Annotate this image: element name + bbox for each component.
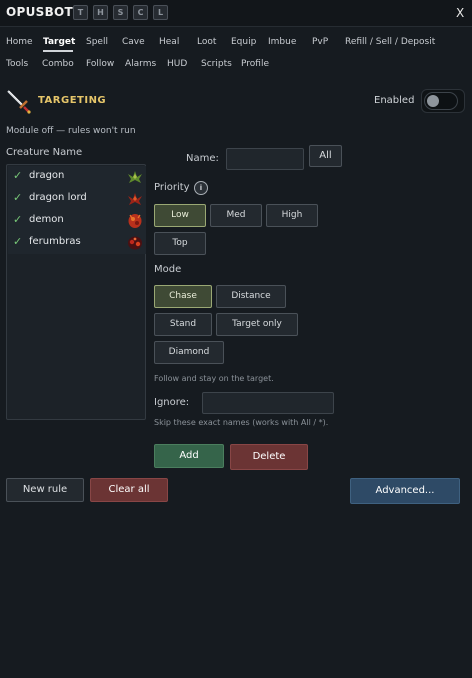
tab-loot[interactable]: Loot xyxy=(197,37,216,47)
mode-label: Mode xyxy=(154,264,182,275)
clear-all-button[interactable]: Clear all xyxy=(90,478,168,502)
tab-combo[interactable]: Combo xyxy=(42,59,74,69)
creature-name: demon xyxy=(29,214,64,225)
mode-chase-button[interactable]: Chase xyxy=(154,285,212,308)
toggle-knob xyxy=(427,95,439,107)
all-button[interactable]: All xyxy=(309,145,342,167)
creature-name-header: Creature Name xyxy=(6,147,83,158)
check-icon: ✓ xyxy=(13,235,23,248)
delete-button[interactable]: Delete xyxy=(230,444,308,470)
section-title-targeting: TARGETING xyxy=(38,95,107,106)
add-button[interactable]: Add xyxy=(154,444,224,468)
enabled-label: Enabled xyxy=(374,95,415,106)
active-tab-indicator xyxy=(43,50,73,52)
tab-target[interactable]: Target xyxy=(43,37,75,47)
mini-button-t[interactable]: T xyxy=(73,5,88,20)
priority-label: Priority xyxy=(154,182,190,193)
creature-name: dragon lord xyxy=(29,192,87,203)
mode-stand-button[interactable]: Stand xyxy=(154,313,212,336)
check-icon: ✓ xyxy=(13,169,23,182)
name-label: Name: xyxy=(186,153,219,164)
name-input[interactable] xyxy=(226,148,304,170)
list-item-demon[interactable]: ✓ demon xyxy=(8,210,146,232)
creature-list[interactable]: ✓ dragon ✓ dragon lord ✓ demon ✓ ferumbr… xyxy=(6,164,146,420)
app-title: OPUSBOT xyxy=(6,5,74,19)
tab-follow[interactable]: Follow xyxy=(86,59,114,69)
info-icon[interactable]: i xyxy=(194,181,208,195)
mode-hint-text: Follow and stay on the target. xyxy=(154,374,274,383)
mini-button-s[interactable]: S xyxy=(113,5,128,20)
ignore-input[interactable] xyxy=(202,392,334,414)
tab-refill-sell-deposit[interactable]: Refill / Sell / Deposit xyxy=(345,37,435,47)
mini-button-c[interactable]: C xyxy=(133,5,148,20)
tab-imbue[interactable]: Imbue xyxy=(268,37,296,47)
creature-name: ferumbras xyxy=(29,236,81,247)
priority-top-button[interactable]: Top xyxy=(154,232,206,255)
list-item-dragon[interactable]: ✓ dragon xyxy=(8,166,146,188)
tab-equip[interactable]: Equip xyxy=(231,37,256,47)
tab-hud[interactable]: HUD xyxy=(167,59,187,69)
mode-distance-button[interactable]: Distance xyxy=(216,285,286,308)
tab-pvp[interactable]: PvP xyxy=(312,37,328,47)
mode-diamond-button[interactable]: Diamond xyxy=(154,341,224,364)
priority-med-button[interactable]: Med xyxy=(210,204,262,227)
ignore-label: Ignore: xyxy=(154,397,190,408)
creature-name: dragon xyxy=(29,170,65,181)
ferumbras-icon xyxy=(128,236,142,250)
tab-heal[interactable]: Heal xyxy=(159,37,179,47)
check-icon: ✓ xyxy=(13,213,23,226)
tab-home[interactable]: Home xyxy=(6,37,33,47)
priority-low-button[interactable]: Low xyxy=(154,204,206,227)
ignore-hint-text: Skip these exact names (works with All /… xyxy=(154,418,329,427)
list-item-ferumbras[interactable]: ✓ ferumbras xyxy=(8,232,146,254)
sword-icon xyxy=(7,90,31,114)
mini-button-h[interactable]: H xyxy=(93,5,108,20)
advanced-button[interactable]: Advanced... xyxy=(350,478,460,504)
tab-profile[interactable]: Profile xyxy=(241,59,269,69)
list-item-dragon-lord[interactable]: ✓ dragon lord xyxy=(8,188,146,210)
tab-spell[interactable]: Spell xyxy=(86,37,108,47)
tab-scripts[interactable]: Scripts xyxy=(201,59,232,69)
mode-target-only-button[interactable]: Target only xyxy=(216,313,298,336)
new-rule-button[interactable]: New rule xyxy=(6,478,84,502)
dragon-lord-icon xyxy=(128,193,142,205)
close-button[interactable]: X xyxy=(456,6,464,20)
mini-button-l[interactable]: L xyxy=(153,5,168,20)
tab-alarms[interactable]: Alarms xyxy=(125,59,156,69)
module-status-text: Module off — rules won't run xyxy=(6,126,136,136)
dragon-icon xyxy=(128,171,142,183)
check-icon: ✓ xyxy=(13,191,23,204)
priority-high-button[interactable]: High xyxy=(266,204,318,227)
tab-tools[interactable]: Tools xyxy=(6,59,28,69)
demon-icon xyxy=(128,214,142,228)
tab-cave[interactable]: Cave xyxy=(122,37,145,47)
